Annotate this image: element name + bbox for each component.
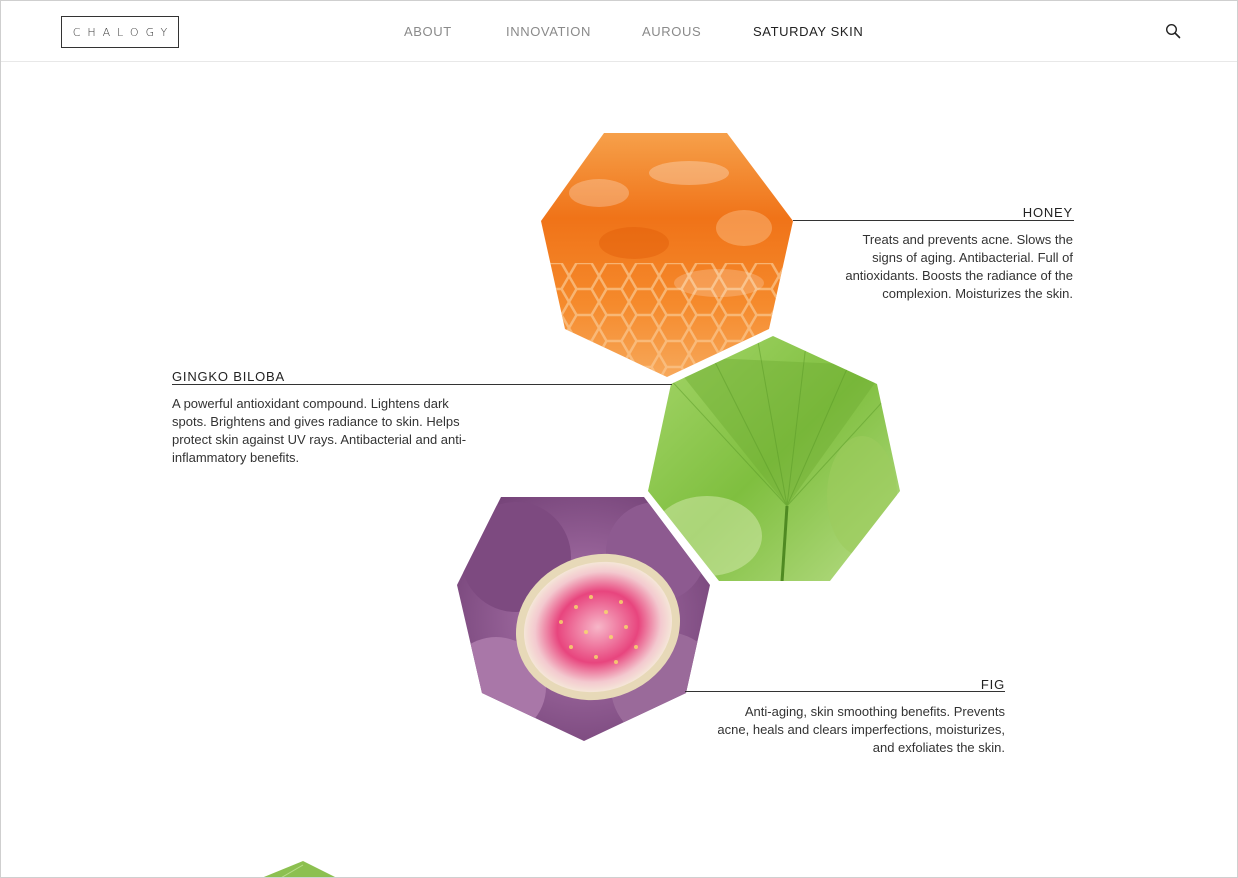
nav-saturday-skin[interactable]: SATURDAY SKIN [753, 24, 863, 39]
honey-title: HONEY [1022, 205, 1073, 220]
nav-about[interactable]: ABOUT [404, 24, 452, 39]
fig-image [456, 497, 711, 742]
honey-description: Treats and prevents acne. Slows the sign… [845, 232, 1073, 301]
site-header: CHALOGY ABOUT INNOVATION AUROUS SATURDAY… [1, 1, 1237, 62]
nav-innovation[interactable]: INNOVATION [506, 24, 591, 39]
gingko-title: GINGKO BILOBA [172, 369, 285, 384]
fig-description: Anti-aging, skin smoothing benefits. Pre… [717, 704, 1005, 755]
nav-aurous[interactable]: AUROUS [642, 24, 701, 39]
main-nav: ABOUT INNOVATION AUROUS SATURDAY SKIN [1, 1, 1237, 62]
gingko-rule [172, 384, 672, 385]
fig-rule [685, 691, 1005, 692]
next-ingredient-image [259, 861, 339, 877]
gingko-description: A powerful antioxidant compound. Lighten… [172, 396, 467, 465]
fig-title: FIG [980, 677, 1005, 692]
honey-rule [793, 220, 1074, 221]
page-frame: CHALOGY ABOUT INNOVATION AUROUS SATURDAY… [0, 0, 1238, 878]
search-icon[interactable] [1165, 23, 1181, 39]
